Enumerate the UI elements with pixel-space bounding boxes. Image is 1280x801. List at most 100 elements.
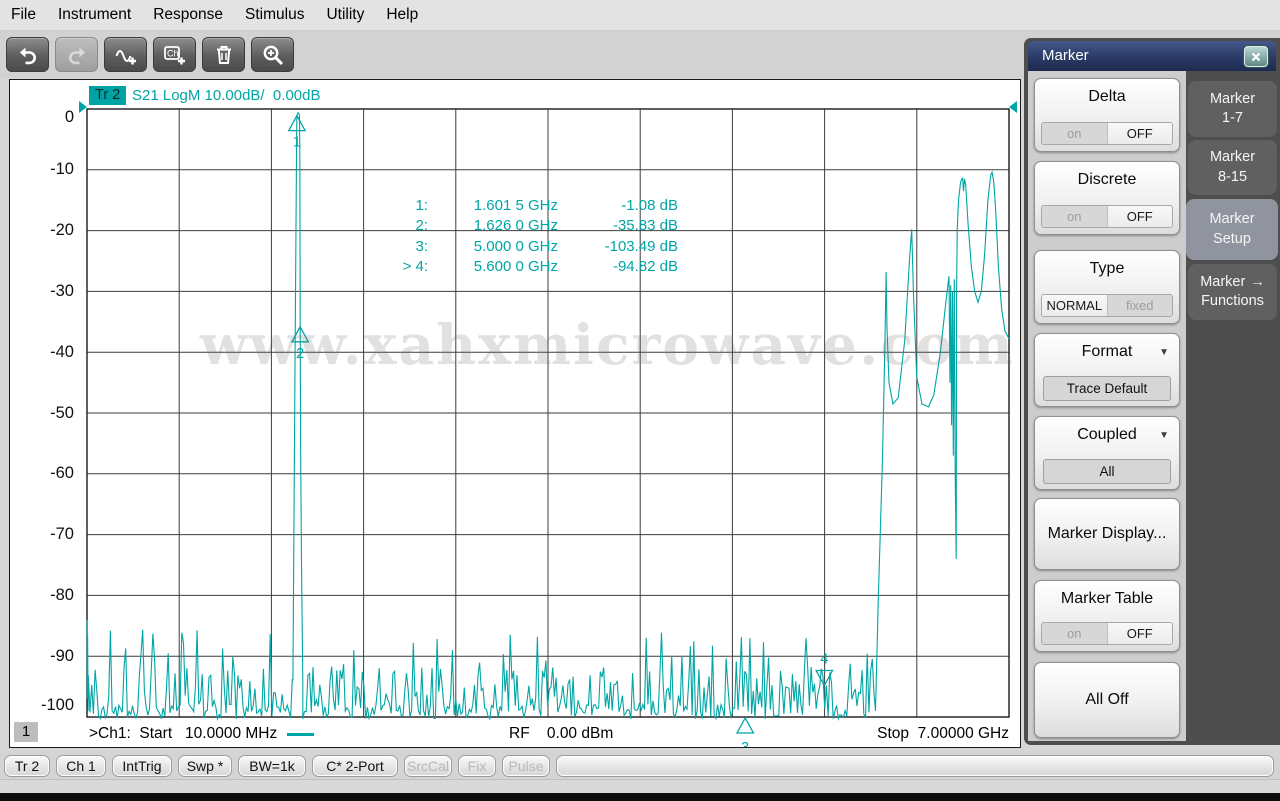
tab-marker-setup-line1: Marker (1209, 211, 1255, 228)
tab-marker-functions[interactable]: Marker → Functions (1188, 264, 1277, 320)
tab-marker-8-15-line2: 8-15 (1217, 168, 1248, 185)
application-window: File Instrument Response Stimulus Utility Hel… (0, 0, 1280, 801)
marker-readout-label-column: 1: 2: 3: > 4: (402, 197, 428, 275)
marker-readout-freq-column: 1.601 5 GHz 1.626 0 GHz 5.000 0 GHz 5.60… (473, 197, 558, 275)
menu-bar: File Instrument Response Stimulus Utility Hel… (0, 0, 1280, 31)
marker-table-label: Marker Table (1060, 590, 1154, 607)
coupled-label: Coupled (1077, 426, 1137, 443)
discrete-button[interactable]: Discrete on OFF (1034, 161, 1180, 235)
status-fix: Fix (458, 755, 496, 777)
menu-item-response[interactable]: Response (142, 6, 234, 24)
y-tick--80: -80 (50, 585, 74, 604)
chart-window: 1 2 3 4 Tr 2 S21 LogM 10.00dB/ 0.00dB 0 -10 -… (9, 79, 1021, 748)
arrow-right-icon: → (1250, 273, 1265, 290)
tab-marker-1-7-line1: Marker (1209, 90, 1256, 107)
type-toggle[interactable]: NORMAL fixed (1041, 294, 1173, 317)
chevron-down-icon: ▼ (1159, 430, 1169, 441)
trace-settings-label: S21 LogM 10.00dB/ 0.00dB (132, 87, 321, 104)
menu-item-stimulus[interactable]: Stimulus (234, 6, 315, 24)
status-inttrig[interactable]: IntTrig (112, 755, 172, 777)
y-tick--50: -50 (50, 403, 74, 422)
start-frequency-label: >Ch1: Start 10.0000 MHz (89, 725, 278, 742)
bottom-strip (0, 779, 1280, 794)
marker-display-label: Marker Display... (1047, 525, 1167, 542)
channel-number-box[interactable]: 1 (14, 722, 38, 742)
marker-3[interactable]: 3 (735, 716, 755, 747)
type-toggle-fixed[interactable]: fixed (1106, 295, 1172, 316)
panel-title-bar: Marker (1028, 41, 1276, 71)
tab-marker-setup[interactable]: Marker Setup (1186, 199, 1278, 260)
discrete-toggle-on[interactable]: on (1042, 206, 1107, 227)
tab-marker-1-7[interactable]: Marker 1-7 (1188, 81, 1277, 137)
menu-item-help[interactable]: Help (375, 6, 429, 24)
trace-badge[interactable]: Tr 2 (89, 86, 127, 105)
add-trace-icon[interactable] (104, 37, 147, 72)
y-tick--20: -20 (50, 221, 74, 240)
trace-color-indicator (287, 733, 314, 736)
y-tick--30: -30 (50, 281, 74, 300)
y-tick--40: -40 (50, 342, 74, 361)
format-current-value[interactable]: Trace Default (1043, 376, 1171, 401)
svg-text:2: 2 (296, 346, 304, 362)
delta-label: Delta (1088, 88, 1126, 105)
tab-marker-8-15-line1: Marker (1209, 149, 1256, 166)
marker-display-button[interactable]: Marker Display... (1034, 498, 1180, 570)
format-button[interactable]: Format ▼ Trace Default (1034, 333, 1180, 407)
y-tick--10: -10 (50, 160, 74, 179)
plot-area[interactable]: 1 2 3 4 (10, 80, 1020, 747)
tab-marker-setup-line2: Setup (1213, 230, 1251, 247)
y-tick--100: -100 (40, 695, 74, 714)
status-swp-[interactable]: Swp * (178, 755, 232, 777)
delta-toggle-off[interactable]: OFF (1106, 123, 1172, 144)
menu-item-instrument[interactable]: Instrument (47, 6, 142, 24)
delta-toggle[interactable]: on OFF (1041, 122, 1173, 145)
close-icon[interactable] (1244, 46, 1268, 67)
type-button[interactable]: Type NORMAL fixed (1034, 250, 1180, 324)
coupled-current-value[interactable]: All (1043, 459, 1171, 484)
discrete-toggle[interactable]: on OFF (1041, 205, 1173, 228)
chevron-down-icon: ▼ (1159, 347, 1169, 358)
discrete-label: Discrete (1077, 171, 1137, 188)
marker-table-button[interactable]: Marker Table on OFF (1034, 580, 1180, 652)
y-tick-0: 0 (64, 107, 74, 126)
delta-toggle-on[interactable]: on (1042, 123, 1107, 144)
menu-item-file[interactable]: File (0, 6, 47, 24)
svg-text:Ch: Ch (167, 48, 179, 58)
rf-power-label: RF 0.00 dBm (509, 725, 614, 742)
menu-item-utility[interactable]: Utility (315, 6, 375, 24)
stop-frequency-label: Stop 7.00000 GHz (877, 725, 1009, 742)
svg-text:1: 1 (293, 135, 301, 151)
status-pulse: Pulse (502, 755, 550, 777)
format-label: Format (1081, 343, 1133, 360)
add-channel-icon[interactable]: Ch (153, 37, 196, 72)
y-tick--70: -70 (50, 525, 74, 544)
status-ch-1[interactable]: Ch 1 (56, 755, 106, 777)
status-bw-1k[interactable]: BW=1k (238, 755, 306, 777)
type-label: Type (1089, 260, 1125, 277)
status-tr-2[interactable]: Tr 2 (4, 755, 50, 777)
marker-panel: Marker Delta on OFF Discrete on OFF Type NORMAL… (1024, 38, 1280, 745)
all-off-button[interactable]: All Off (1034, 662, 1180, 738)
type-toggle-normal[interactable]: NORMAL (1042, 295, 1107, 316)
y-tick--90: -90 (50, 646, 74, 665)
status-empty-field (556, 755, 1274, 777)
svg-text:4: 4 (820, 652, 828, 668)
status-c-2-port[interactable]: C* 2-Port (312, 755, 398, 777)
zoom-icon[interactable] (251, 37, 294, 72)
coupled-button[interactable]: Coupled ▼ All (1034, 416, 1180, 490)
tab-marker-8-15[interactable]: Marker 8-15 (1188, 140, 1277, 195)
marker-table-toggle-on[interactable]: on (1042, 623, 1107, 644)
window-edge (0, 793, 1280, 801)
delete-icon[interactable] (202, 37, 245, 72)
delta-button[interactable]: Delta on OFF (1034, 78, 1180, 152)
undo-icon[interactable] (6, 37, 49, 72)
status-srccal: SrcCal (404, 755, 452, 777)
marker-readout-value-column: -1.08 dB -35.83 dB -103.49 dB -94.82 dB (604, 197, 678, 275)
discrete-toggle-off[interactable]: OFF (1106, 206, 1172, 227)
tab-marker-1-7-line2: 1-7 (1222, 110, 1243, 126)
ref-level-arrow-left (79, 101, 87, 113)
tab-marker-functions-line2: Functions (1201, 293, 1264, 309)
marker-table-toggle[interactable]: on OFF (1041, 622, 1173, 645)
panel-title: Marker (1042, 47, 1089, 64)
marker-table-toggle-off[interactable]: OFF (1106, 623, 1172, 644)
